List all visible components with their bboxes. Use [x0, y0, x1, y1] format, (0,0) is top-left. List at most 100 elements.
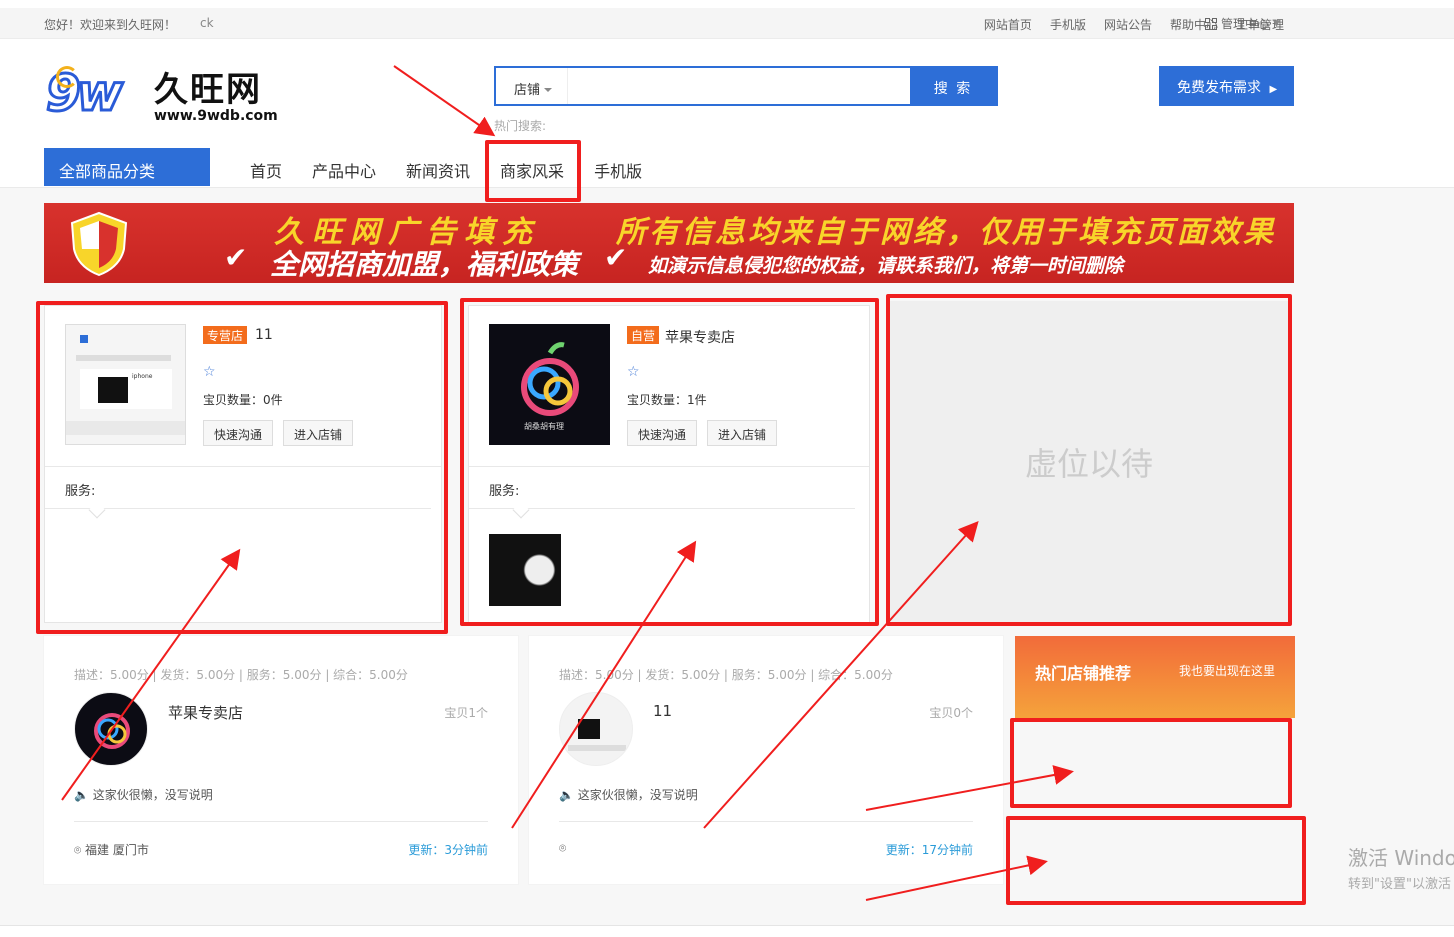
divider — [469, 466, 869, 467]
shop-description: 🔈 这家伙很懒，没写说明 — [559, 786, 698, 803]
ad-banner[interactable]: 久旺网广告填充 ✔ 全网招商加盟，福利政策 所有信息均来自于网络，仅用于填充页面… — [44, 203, 1294, 283]
tab-pointer — [512, 501, 530, 519]
thumb-caption: iphone — [132, 373, 153, 380]
shop-badge: 专营店 — [203, 326, 248, 344]
search-type-select[interactable]: 店铺 — [496, 68, 568, 104]
shop-avatar[interactable] — [559, 692, 633, 766]
product-image[interactable] — [489, 534, 561, 606]
item-suffix: 个 — [475, 706, 488, 720]
nav-item-mobile[interactable]: 手机版 — [594, 158, 642, 182]
greeting-text: 您好！欢迎来到久旺网！ — [44, 18, 177, 32]
avatar-phone — [578, 719, 600, 739]
publish-request-button[interactable]: 免费发布需求 ▶ — [1159, 66, 1294, 106]
shop-name[interactable]: 苹果专卖店 — [168, 702, 243, 723]
nav-items: 首页 产品中心 新闻资讯 商家风采 手机版 — [250, 158, 642, 182]
shop-avatar[interactable] — [74, 692, 148, 766]
shop-thumbnail[interactable]: iphone — [65, 324, 186, 445]
thumb-caption: 胡桑胡有理 — [524, 422, 564, 431]
location-text: 福建 厦门市 — [85, 843, 149, 857]
divider — [74, 821, 488, 822]
chevron-down-icon: ▼ — [1273, 18, 1280, 29]
item-count: 宝贝1个 — [444, 704, 488, 721]
thumb-panel: iphone — [80, 369, 172, 409]
nav-item-home[interactable]: 首页 — [250, 158, 282, 182]
item-count: 宝贝数量：0件 — [203, 393, 283, 407]
publish-label: 免费发布需求 — [1177, 80, 1261, 96]
shop-description: 🔈 这家伙很懒，没写说明 — [74, 786, 213, 803]
quick-chat-button[interactable]: 快速沟通 — [203, 420, 274, 446]
shop-name[interactable]: 11 — [653, 702, 672, 720]
shop-thumbnail[interactable]: 胡桑胡有理 — [489, 324, 610, 445]
grid-icon — [1205, 17, 1217, 30]
link-mobile[interactable]: 手机版 — [1050, 16, 1086, 33]
search-input[interactable] — [568, 68, 910, 104]
banner-line2: 全网招商加盟，福利政策 — [270, 248, 579, 281]
nav-item-news[interactable]: 新闻资讯 — [406, 158, 470, 182]
nav-item-products[interactable]: 产品中心 — [312, 158, 376, 182]
all-categories-button[interactable]: 全部商品分类 — [44, 148, 210, 186]
quick-chat-button[interactable]: 快速沟通 — [627, 420, 698, 446]
hot-shops-title: 热门店铺推荐 — [1035, 664, 1132, 683]
apple-logo-icon — [94, 713, 130, 749]
star-icon: ☆ — [627, 364, 640, 380]
hot-search-label: 热门搜索: — [494, 119, 547, 133]
footer-divider — [0, 925, 1454, 926]
thumb-phone — [98, 377, 128, 403]
search-bar: 店铺 搜 索 — [494, 66, 998, 106]
main-nav: 全部商品分类 首页 产品中心 新闻资讯 商家风采 手机版 — [0, 148, 1454, 188]
item-count: 宝贝数量：1件 — [627, 393, 707, 407]
shop-badge: 自营 — [627, 326, 660, 344]
hot-shops-cta[interactable]: 我也要出现在这里 — [1179, 662, 1275, 679]
description-text: 这家伙很懒，没写说明 — [577, 788, 698, 802]
link-announcement[interactable]: 网站公告 — [1104, 16, 1152, 33]
top-bar: 您好！欢迎来到久旺网！ ck 网站首页 手机版 网站公告 帮助中心 工单管理 管… — [0, 8, 1454, 39]
shop-ratings: 描述：5.00分 | 发货：5.00分 | 服务：5.00分 | 综合：5.00… — [559, 668, 893, 682]
check-icon: ✔ — [224, 241, 248, 274]
manage-center-label: 管理中心 — [1221, 17, 1270, 31]
avatar-line — [568, 745, 626, 751]
link-home[interactable]: 网站首页 — [984, 16, 1032, 33]
item-count: 宝贝0个 — [929, 704, 973, 721]
speaker-icon: 🔈 — [559, 788, 578, 802]
speaker-icon: 🔈 — [74, 788, 93, 802]
caret-down-icon — [544, 87, 553, 96]
shop-location: ⌾ — [559, 841, 566, 856]
watermark-line1: 激活 Windo — [1348, 846, 1454, 870]
item-number: 0 — [953, 706, 961, 720]
shop-ratings: 描述：5.00分 | 发货：5.00分 | 服务：5.00分 | 综合：5.00… — [74, 668, 408, 682]
banner-line3: 所有信息均来自于网络，仅用于填充页面效果 — [616, 215, 1276, 250]
divider — [559, 821, 973, 822]
item-number: 1 — [468, 706, 476, 720]
username-link[interactable]: ck — [200, 16, 214, 30]
shield-icon — [70, 211, 128, 277]
site-logo[interactable]: 9w 久旺网 www.9wdb.com — [45, 62, 306, 126]
manage-center-dropdown[interactable]: 管理中心 ▼ — [1205, 15, 1280, 32]
logo-name: 久旺网 — [154, 70, 262, 110]
thumb-footer — [66, 421, 185, 435]
updated-time: 更新：17分钟前 — [885, 843, 973, 857]
caret-right-icon: ▶ — [1269, 84, 1278, 95]
item-prefix: 宝贝 — [929, 706, 954, 720]
thumb-line — [76, 355, 171, 361]
shop-name[interactable]: 苹果专卖店 — [665, 327, 735, 347]
search-button[interactable]: 搜 索 — [910, 68, 996, 104]
service-label: 服务: — [65, 484, 96, 499]
enter-shop-button[interactable]: 进入店铺 — [283, 420, 354, 446]
star-icon: ☆ — [203, 364, 216, 380]
shop-card: iphone 专营店 11 ☆ 宝贝数量：0件 快速沟通 进入店铺 服务: — [44, 305, 442, 623]
divider — [45, 466, 441, 467]
shop-name[interactable]: 11 — [255, 327, 273, 343]
banner-line4: 如演示信息侵犯您的权益，请联系我们，将第一时间删除 — [648, 255, 1124, 277]
shop-card: 胡桑胡有理 自营 苹果专卖店 ☆ 宝贝数量：1件 快速沟通 进入店铺 服务: — [468, 305, 870, 623]
location-pin-icon: ⌾ — [74, 843, 86, 857]
enter-shop-button[interactable]: 进入店铺 — [707, 420, 778, 446]
nav-item-merchants[interactable]: 商家风采 — [500, 158, 564, 182]
vacant-slot: 虚位以待 — [890, 301, 1288, 624]
shop-location: ⌾ 福建 厦门市 — [74, 841, 149, 858]
updated-time: 更新：3分钟前 — [408, 843, 488, 857]
logo-ring-icon — [56, 66, 78, 88]
shop-summary-card: 描述：5.00分 | 发货：5.00分 | 服务：5.00分 | 综合：5.00… — [44, 636, 518, 884]
check-icon: ✔ — [604, 241, 628, 274]
checkbox-icon — [80, 335, 88, 343]
hot-shops-header: 热门店铺推荐 我也要出现在这里 — [1015, 636, 1295, 718]
